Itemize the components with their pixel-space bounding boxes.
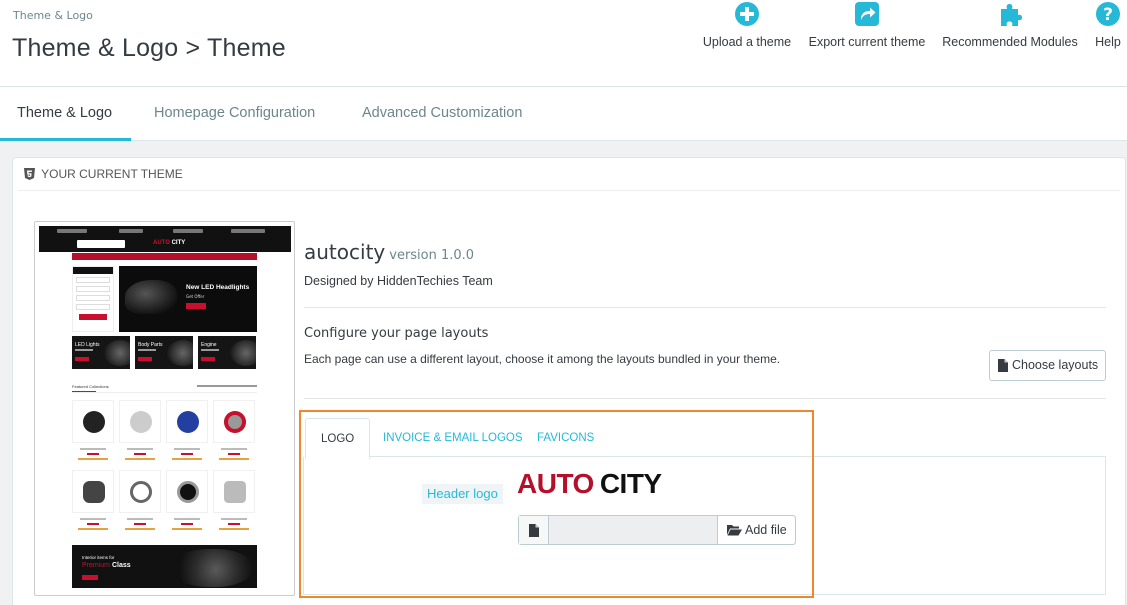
export-theme-label: Export current theme xyxy=(808,35,926,49)
help-label: Help xyxy=(1095,35,1121,49)
panel-heading-text: Your current theme xyxy=(41,167,183,181)
preview-category: LED Lights xyxy=(72,336,130,369)
preview-featured-title: Featured Collections xyxy=(72,384,109,389)
divider xyxy=(304,398,1106,399)
header-logo-upload: Add file xyxy=(518,515,796,545)
file-type-indicator xyxy=(519,516,549,544)
upload-theme-label: Upload a theme xyxy=(702,35,792,49)
file-name-field[interactable] xyxy=(550,516,718,544)
layouts-description: Each page can use a different layout, ch… xyxy=(304,352,781,366)
page-header: Theme & Logo Theme & Logo > Theme Upload… xyxy=(0,0,1127,87)
preview-category: Engine xyxy=(198,336,256,369)
tab-homepage-configuration[interactable]: Homepage Configuration xyxy=(154,87,315,141)
layouts-title: Configure your page layouts xyxy=(304,326,489,341)
preview-topbar xyxy=(39,226,291,236)
add-file-button[interactable]: Add file xyxy=(717,516,795,544)
main-tabs: Theme & Logo Homepage Configuration Adva… xyxy=(0,87,1127,141)
logo-tabs-highlight: Logo Invoice & Email Logos Favicons xyxy=(299,410,814,598)
preview-header: AUTO CITY xyxy=(39,236,291,252)
tab-advanced-customization[interactable]: Advanced Customization xyxy=(362,87,522,141)
preview-menu xyxy=(72,253,257,260)
upload-theme-button[interactable]: Upload a theme xyxy=(702,0,792,49)
breadcrumb[interactable]: Theme & Logo xyxy=(13,9,93,22)
puzzle-icon xyxy=(1001,4,1022,26)
theme-name: autocity version 1.0.0 xyxy=(304,240,474,264)
preview-category: Body Parts xyxy=(135,336,193,369)
tab-theme-logo[interactable]: Theme & Logo xyxy=(0,87,131,141)
plus-circle-icon xyxy=(735,2,759,26)
add-file-label: Add file xyxy=(745,523,787,537)
file-icon xyxy=(529,524,539,537)
file-icon xyxy=(998,359,1008,372)
share-icon xyxy=(855,2,879,26)
export-theme-button[interactable]: Export current theme xyxy=(806,0,928,49)
recommended-modules-label: Recommended Modules xyxy=(942,35,1078,49)
tab-invoice-email-logos[interactable]: Invoice & Email Logos xyxy=(383,418,523,459)
choose-layouts-button[interactable]: Choose layouts xyxy=(989,350,1106,381)
tab-logo[interactable]: Logo xyxy=(305,418,371,459)
help-icon: ? xyxy=(1096,2,1120,26)
folder-open-icon xyxy=(727,525,742,536)
brand-city: CITY xyxy=(599,468,662,499)
header-logo-label: Header logo xyxy=(422,484,503,504)
tab-favicons[interactable]: Favicons xyxy=(537,418,594,459)
preview-banner: New LED Headlights Get Offer xyxy=(119,266,257,332)
help-button[interactable]: ? Help xyxy=(1093,0,1123,49)
header-logo-image: AUTO CITY xyxy=(517,468,662,500)
theme-name-text: autocity xyxy=(304,240,386,264)
theme-author: Designed by HiddenTechies Team xyxy=(304,274,493,288)
html5-icon xyxy=(24,168,35,180)
preview-logo: AUTO CITY xyxy=(153,240,186,246)
current-theme-panel: Your current theme AUTO CITY New LED Hea… xyxy=(12,157,1126,605)
svg-text:?: ? xyxy=(1103,5,1113,25)
panel-heading: Your current theme xyxy=(18,158,1120,191)
theme-version: version 1.0.0 xyxy=(389,248,475,263)
page-title: Theme & Logo > Theme xyxy=(12,34,286,62)
preview-promo: Interior items for Premium Class xyxy=(72,545,257,588)
preview-banner-title: New LED Headlights xyxy=(186,284,250,291)
theme-preview-image: AUTO CITY New LED Headlights Get Offer L… xyxy=(34,221,295,596)
divider xyxy=(304,307,1106,308)
choose-layouts-label: Choose layouts xyxy=(1012,358,1099,372)
recommended-modules-button[interactable]: Recommended Modules xyxy=(941,0,1079,49)
brand-auto: AUTO xyxy=(517,468,594,499)
preview-sidebar xyxy=(72,266,114,332)
